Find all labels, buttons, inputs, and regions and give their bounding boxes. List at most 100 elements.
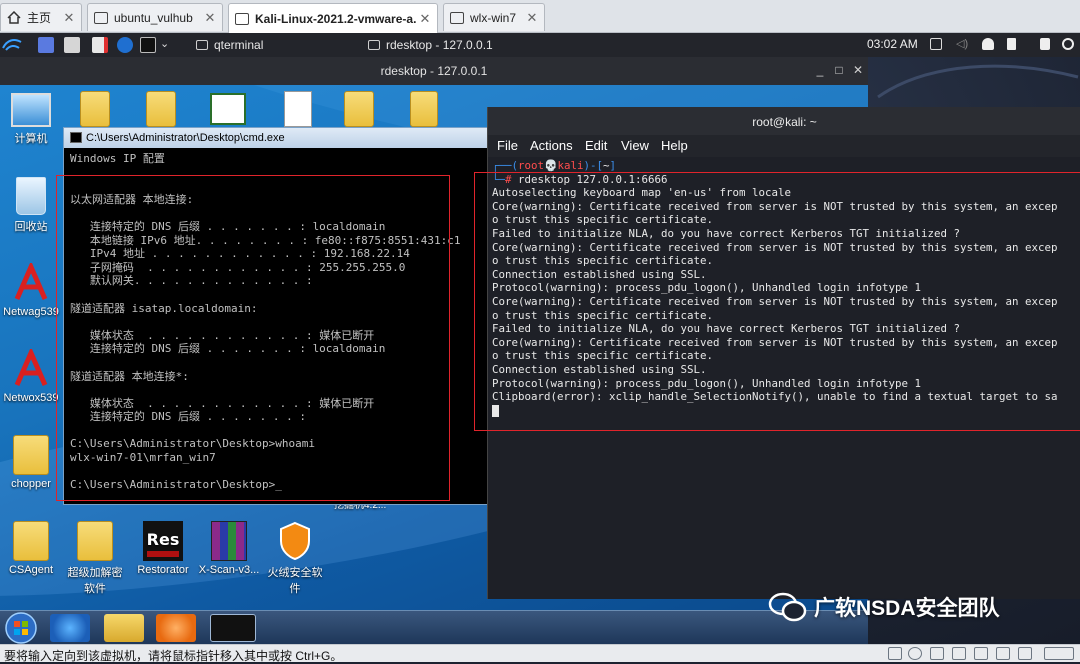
file-manager-icon[interactable]	[64, 37, 80, 53]
terminal-menubar: File Actions Edit View Help	[488, 135, 1080, 157]
vm-icon	[450, 11, 464, 24]
home-icon	[7, 11, 21, 24]
recycle-bin-icon	[16, 177, 46, 215]
desktop-icon-label: CSAgent	[8, 564, 54, 576]
close-icon[interactable]: ✕	[524, 10, 540, 26]
menu-view[interactable]: View	[621, 138, 649, 153]
kali-menu-icon[interactable]	[2, 36, 22, 54]
app-window-icon[interactable]	[210, 93, 246, 125]
vm-tab-kali[interactable]: Kali-Linux-2021.2-vmware-a... ✕	[228, 3, 438, 33]
terminal-title: root@kali: ~	[752, 115, 817, 129]
panel-clock[interactable]: 03:02 AM	[867, 37, 918, 51]
browser-icon[interactable]	[117, 37, 133, 53]
desktop-icon-chopper[interactable]: chopper	[0, 435, 62, 490]
document-icon[interactable]	[284, 91, 312, 127]
window-icon	[368, 40, 380, 50]
wechat-icon	[768, 592, 807, 622]
panel-task-qterminal[interactable]: qterminal	[196, 36, 263, 54]
netwag-icon	[14, 263, 48, 301]
sound-icon[interactable]	[952, 647, 966, 660]
notification-bell-icon[interactable]	[982, 38, 994, 50]
highlight-box-cmd	[56, 175, 450, 501]
vm-icon	[94, 11, 108, 24]
menu-actions[interactable]: Actions	[530, 138, 573, 153]
vmware-tab-strip: 主页 ✕ ubuntu_vulhub ✕ Kali-Linux-2021.2-v…	[0, 0, 1080, 33]
display-icon[interactable]	[930, 38, 942, 50]
vmware-status-bar: 要将输入定向到该虚拟机，请将鼠标指针移入其中或按 Ctrl+G。	[0, 644, 1080, 663]
desktop-icon-netwag[interactable]: Netwag539	[0, 263, 62, 318]
windows-taskbar	[0, 610, 868, 644]
maximize-icon[interactable]: □	[832, 63, 846, 77]
battery-icon[interactable]	[1007, 38, 1016, 50]
close-icon[interactable]: ✕	[851, 63, 865, 77]
folder-icon[interactable]	[80, 91, 110, 127]
desktop-icon-netwox[interactable]: Netwox539	[0, 349, 62, 404]
minimize-icon[interactable]: _	[813, 63, 827, 77]
desktop-icon-label: 火绒安全软件	[267, 567, 323, 595]
cmd-titlebar[interactable]: C:\Users\Administrator\Desktop\cmd.exe	[64, 128, 490, 148]
close-icon[interactable]: ✕	[61, 10, 77, 26]
ie-icon[interactable]	[50, 614, 90, 642]
lock-icon[interactable]	[1040, 38, 1050, 50]
desktop-icon-label: Netwag539	[3, 306, 59, 318]
close-icon[interactable]: ✕	[417, 11, 433, 27]
desktop-icon-csagent[interactable]: CSAgent	[0, 521, 62, 576]
vm-tab-win7[interactable]: wlx-win7 ✕	[443, 3, 545, 31]
vm-tab-label: ubuntu_vulhub	[114, 10, 193, 25]
desktop-icon-xscan[interactable]: X-Scan-v3...	[198, 521, 260, 576]
desktop-icon-label: 超级加解密软件	[67, 567, 123, 595]
prompt-user: root💀kali	[518, 159, 584, 172]
desktop-icon-huorong[interactable]: 火绒安全软件	[264, 521, 326, 596]
watermark-text: 广软NSDA安全团队	[814, 597, 1000, 620]
terminal-icon[interactable]	[140, 37, 156, 53]
folder-icon[interactable]	[344, 91, 374, 127]
highlight-box-terminal	[474, 172, 1080, 431]
svg-text:Res: Res	[147, 530, 180, 549]
text-editor-icon[interactable]	[92, 37, 108, 53]
restorator-icon: Res	[143, 521, 183, 561]
workspace-icon[interactable]	[38, 37, 54, 53]
menu-file[interactable]: File	[497, 138, 518, 153]
desktop-icon-recycle-bin[interactable]: 回收站	[0, 177, 62, 234]
desktop-icon-crypto-tool[interactable]: 超级加解密软件	[64, 521, 126, 596]
vm-tab-ubuntu[interactable]: ubuntu_vulhub ✕	[87, 3, 223, 31]
folder-icon[interactable]	[146, 91, 176, 127]
usb-icon[interactable]	[974, 647, 988, 660]
desktop-icon-label: 回收站	[14, 221, 48, 233]
desktop-icon-computer[interactable]: 计算机	[0, 93, 62, 146]
prompt-line-1: ┌──(root💀kali)-[~]	[492, 159, 617, 172]
rdesktop-titlebar[interactable]: rdesktop - 127.0.0.1 _ □ ✕	[0, 57, 868, 85]
folder-icon	[77, 521, 113, 561]
winrar-icon	[211, 521, 247, 561]
power-icon[interactable]	[1062, 38, 1074, 50]
desktop-icon-label: 计算机	[14, 133, 48, 145]
taskbar-cmd-button[interactable]	[210, 614, 256, 642]
window-icon	[196, 40, 208, 50]
rdesktop-title: rdesktop - 127.0.0.1	[380, 64, 488, 78]
explorer-icon[interactable]	[104, 614, 144, 642]
chevron-down-icon[interactable]: ⌄	[160, 37, 169, 50]
message-icon[interactable]	[1044, 647, 1074, 660]
network-icon[interactable]	[930, 647, 944, 660]
panel-task-rdesktop[interactable]: rdesktop - 127.0.0.1	[368, 36, 493, 54]
watermark: 广软NSDA安全团队	[768, 592, 1000, 622]
folder-icon[interactable]	[410, 91, 438, 127]
hard-disk-icon[interactable]	[888, 647, 902, 660]
computer-icon	[11, 93, 51, 127]
desktop-icon-restorator[interactable]: Res Restorator	[132, 521, 194, 576]
menu-edit[interactable]: Edit	[585, 138, 607, 153]
cd-icon[interactable]	[908, 647, 922, 660]
close-icon[interactable]: ✕	[202, 10, 218, 26]
terminal-titlebar[interactable]: root@kali: ~	[488, 107, 1080, 135]
vm-tab-home[interactable]: 主页 ✕	[0, 3, 82, 31]
menu-help[interactable]: Help	[661, 138, 688, 153]
printer-icon[interactable]	[996, 647, 1010, 660]
media-player-icon[interactable]	[156, 614, 196, 642]
huorong-icon	[280, 521, 310, 561]
display-icon[interactable]	[1018, 647, 1032, 660]
volume-icon[interactable]: ◁)	[956, 38, 968, 50]
desktop-icon-label: Restorator	[137, 564, 189, 576]
windows-start-icon[interactable]	[4, 612, 38, 644]
panel-task-label: rdesktop - 127.0.0.1	[386, 38, 493, 52]
cmd-title: C:\Users\Administrator\Desktop\cmd.exe	[86, 132, 285, 144]
